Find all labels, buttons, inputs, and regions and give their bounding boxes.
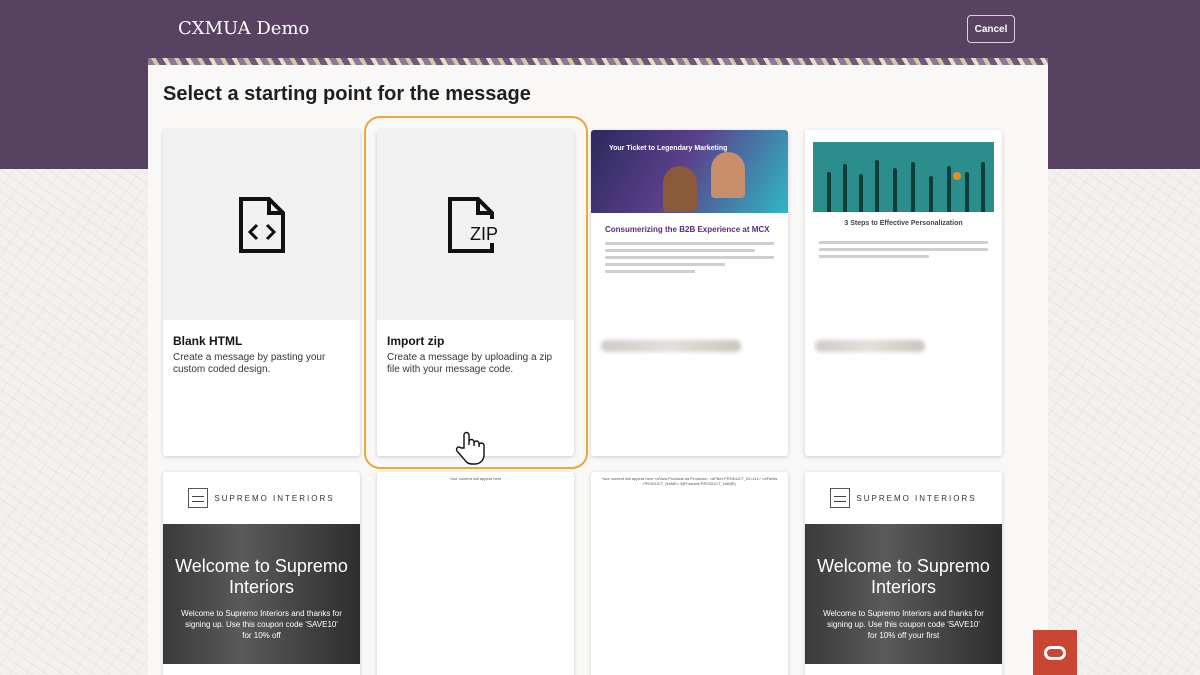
preview-text-line (605, 263, 725, 266)
preview-text-line (605, 256, 774, 259)
starting-point-panel: Select a starting point for the message … (148, 58, 1048, 675)
card-title: Blank HTML (173, 334, 243, 348)
card-landing-page[interactable]: Your Ticket to Legendary Marketing Consu… (591, 130, 788, 456)
person-image (663, 166, 697, 212)
welcome-text: Welcome to Supremo Interiors and thanks … (823, 609, 984, 640)
card-product-template[interactable]: Your content will appear here <#Vars:Pro… (591, 472, 788, 675)
welcome-title: Welcome to Supremo Interiors (817, 556, 990, 597)
card-blank-template[interactable]: Your content will appear here (377, 472, 574, 675)
decorative-strip (148, 58, 1048, 65)
preview-hero-text: Your Ticket to Legendary Marketing (609, 145, 728, 152)
welcome-text: Welcome to Supremo Interiors and thanks … (181, 609, 342, 640)
card-supremo-welcome[interactable]: SUPREMO INTERIORS Welcome to Supremo Int… (163, 472, 360, 675)
email-preview: 3 Steps to Effective Personalization (805, 130, 1002, 320)
placeholder-text: Your content will appear here <#Vars:Pro… (601, 476, 778, 486)
brand-name: SUPREMO INTERIORS (856, 493, 977, 503)
blurred-card-title (815, 340, 925, 352)
preview-text-line (819, 241, 988, 244)
preview-text-line (605, 242, 774, 245)
preview-hero-image: Your Ticket to Legendary Marketing (591, 130, 788, 213)
page-title: Select a starting point for the message (163, 83, 531, 105)
app-title: CXMUA Demo (178, 18, 310, 39)
welcome-title: Welcome to Supremo Interiors (175, 556, 348, 597)
card-demo-email[interactable]: 3 Steps to Effective Personalization (805, 130, 1002, 456)
brand-name: SUPREMO INTERIORS (214, 493, 335, 503)
preview-text-line (605, 249, 755, 252)
oracle-logo[interactable] (1033, 630, 1077, 675)
preview-heading: 3 Steps to Effective Personalization (844, 220, 963, 227)
preview-text-line (605, 270, 695, 273)
preview-text-line (819, 255, 929, 258)
preview-text-line (819, 248, 988, 251)
placeholder-text: Your content will appear here (449, 476, 502, 481)
selection-highlight (364, 116, 588, 469)
card-blank-html[interactable]: Blank HTML Create a message by pasting y… (163, 130, 360, 456)
supremo-logo-mark (830, 488, 851, 508)
person-image (711, 152, 745, 198)
card-thumbnail (163, 130, 360, 320)
email-preview: Your Ticket to Legendary Marketing Consu… (591, 130, 788, 320)
supremo-logo-mark (188, 488, 209, 508)
supremo-logo: SUPREMO INTERIORS (163, 472, 360, 524)
hand-pointer-icon (455, 431, 485, 465)
card-supremo-welcome-2[interactable]: SUPREMO INTERIORS Welcome to Supremo Int… (805, 472, 1002, 675)
welcome-banner: Welcome to Supremo Interiors Welcome to … (805, 524, 1002, 664)
supremo-logo: SUPREMO INTERIORS (805, 472, 1002, 524)
card-description: Create a message by pasting your custom … (173, 352, 326, 375)
preview-forest-image (813, 142, 994, 212)
cancel-button[interactable]: Cancel (967, 15, 1015, 43)
oracle-o-icon (1044, 645, 1066, 660)
preview-heading: Consumerizing the B2B Experience at MCX (605, 225, 770, 234)
code-file-icon (238, 197, 285, 253)
welcome-banner: Welcome to Supremo Interiors Welcome to … (163, 524, 360, 664)
blurred-card-title (601, 340, 741, 352)
